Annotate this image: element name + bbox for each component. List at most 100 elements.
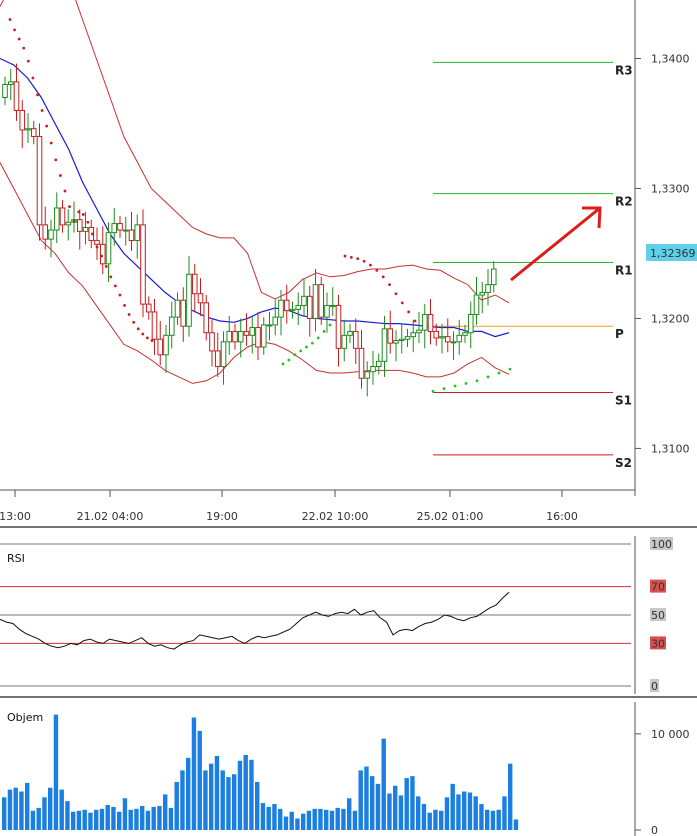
volume-bar: [278, 808, 283, 830]
candle-body: [352, 330, 359, 349]
sar-dot: [388, 283, 391, 287]
sar-dot: [141, 332, 145, 336]
candle-body: [364, 371, 371, 379]
candle-body: [404, 336, 411, 340]
volume-bar: [404, 778, 409, 830]
pivot-label-r1: R1: [615, 264, 633, 278]
volume-bar: [375, 783, 381, 830]
sar-dot: [322, 330, 326, 333]
rsi-tick-label: 70: [651, 581, 665, 594]
volume-panel: Objem 10 000 0: [2, 702, 690, 836]
volume-bar: [496, 809, 501, 830]
time-tick-label: 16:00: [546, 510, 578, 523]
candle-body: [2, 83, 8, 98]
sar-dot: [13, 28, 16, 32]
sar-dot: [464, 382, 468, 385]
volume-bar: [318, 808, 323, 830]
volume-bar: [427, 812, 432, 830]
volume-bar: [352, 810, 358, 830]
time-tick-label: 21.02 04:00: [77, 510, 144, 523]
sar-dot: [58, 174, 62, 177]
volume-bar: [48, 787, 53, 830]
sar-dot: [86, 220, 90, 224]
volume-bar: [122, 798, 128, 830]
volume-bar: [30, 810, 36, 830]
volume-bar: [111, 806, 116, 830]
volume-bar: [174, 781, 179, 830]
sar-dot: [442, 387, 446, 391]
volume-bar: [7, 789, 13, 830]
candle-body: [48, 229, 54, 240]
candle-body: [111, 223, 118, 234]
volume-bar: [289, 811, 294, 830]
candle-body: [381, 328, 388, 362]
rsi-tick-label: 50: [651, 609, 665, 622]
volume-bar: [76, 810, 82, 830]
candlestick: [36, 123, 43, 241]
volume-bar: [226, 777, 231, 830]
sar-dot: [49, 141, 53, 145]
sar-dot: [497, 371, 501, 375]
sar-dot: [508, 367, 512, 371]
volume-bar: [387, 793, 392, 830]
sar-dot: [22, 46, 26, 50]
volume-bar: [19, 791, 24, 830]
sar-dot: [349, 255, 353, 259]
candle-body: [134, 224, 141, 241]
rsi-levels: 100 70 50 30 0: [0, 537, 673, 693]
volume-bar: [266, 806, 271, 830]
candle-body: [7, 81, 14, 85]
volume-bar: [168, 807, 174, 830]
pivot-label-r2: R2: [615, 195, 633, 209]
candle-body: [163, 334, 169, 356]
volume-bar: [59, 789, 64, 830]
volume-bar: [272, 804, 277, 830]
volume-bar: [306, 810, 312, 830]
candle-body: [467, 314, 474, 334]
volume-bar: [71, 811, 76, 830]
sar-dot: [475, 379, 479, 383]
candle-body: [260, 324, 267, 348]
sar-dot: [369, 263, 372, 267]
pivot-label-s1: S1: [615, 394, 632, 408]
sar-dot: [316, 336, 320, 340]
sar-dot: [36, 93, 39, 97]
volume-bar: [358, 770, 363, 830]
candle-body: [243, 330, 250, 336]
candle-body: [450, 341, 457, 344]
rsi-title: RSI: [7, 552, 25, 565]
candle-body: [295, 304, 302, 310]
volume-bar: [13, 787, 18, 830]
candle-body: [226, 330, 233, 343]
sar-dot: [31, 76, 35, 80]
sar-dot: [45, 124, 49, 128]
sar-dot: [77, 210, 81, 214]
volume-bar: [2, 797, 7, 830]
sar-dot: [413, 319, 417, 323]
candle-body: [439, 336, 445, 339]
volume-bar: [243, 755, 248, 830]
candle-body: [335, 304, 342, 349]
candle-body: [410, 332, 417, 338]
volume-bar: [255, 781, 260, 830]
candle-body: [122, 229, 129, 232]
candle-body: [462, 332, 468, 336]
volume-bar: [370, 776, 375, 830]
candle-body: [416, 329, 422, 334]
sar-dot: [356, 257, 360, 261]
volume-bar: [513, 819, 519, 830]
candle-body: [312, 284, 319, 319]
volume-bar: [312, 808, 317, 830]
sar-dot: [132, 320, 136, 324]
candle-body: [485, 284, 491, 293]
sar-dot: [127, 313, 131, 316]
volume-bar: [283, 816, 289, 830]
sar-dot: [17, 37, 21, 41]
volume-bar: [191, 717, 197, 830]
volume-bars: [2, 714, 519, 830]
sar-dot: [293, 353, 297, 357]
candle-body: [197, 293, 204, 304]
volume-bar: [421, 804, 427, 830]
candle-body: [128, 229, 135, 241]
sar-dot: [281, 362, 285, 366]
